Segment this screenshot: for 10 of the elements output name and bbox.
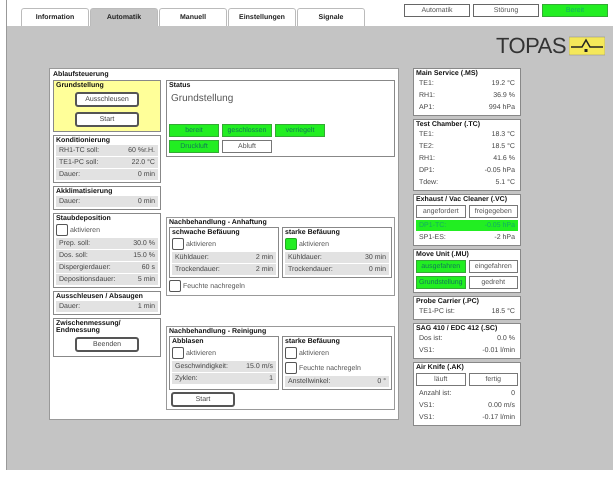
status-text: Grundstellung	[170, 92, 234, 106]
checkbox[interactable]	[56, 224, 68, 236]
checkbox[interactable]	[172, 347, 184, 359]
waveform-icon	[569, 36, 605, 56]
checkbox[interactable]	[285, 238, 297, 250]
checkbox[interactable]	[169, 280, 181, 292]
checkbox[interactable]	[172, 238, 184, 250]
checkbox[interactable]	[285, 347, 297, 359]
logo-text: TOPAS	[496, 33, 566, 59]
checkbox[interactable]	[285, 362, 297, 374]
